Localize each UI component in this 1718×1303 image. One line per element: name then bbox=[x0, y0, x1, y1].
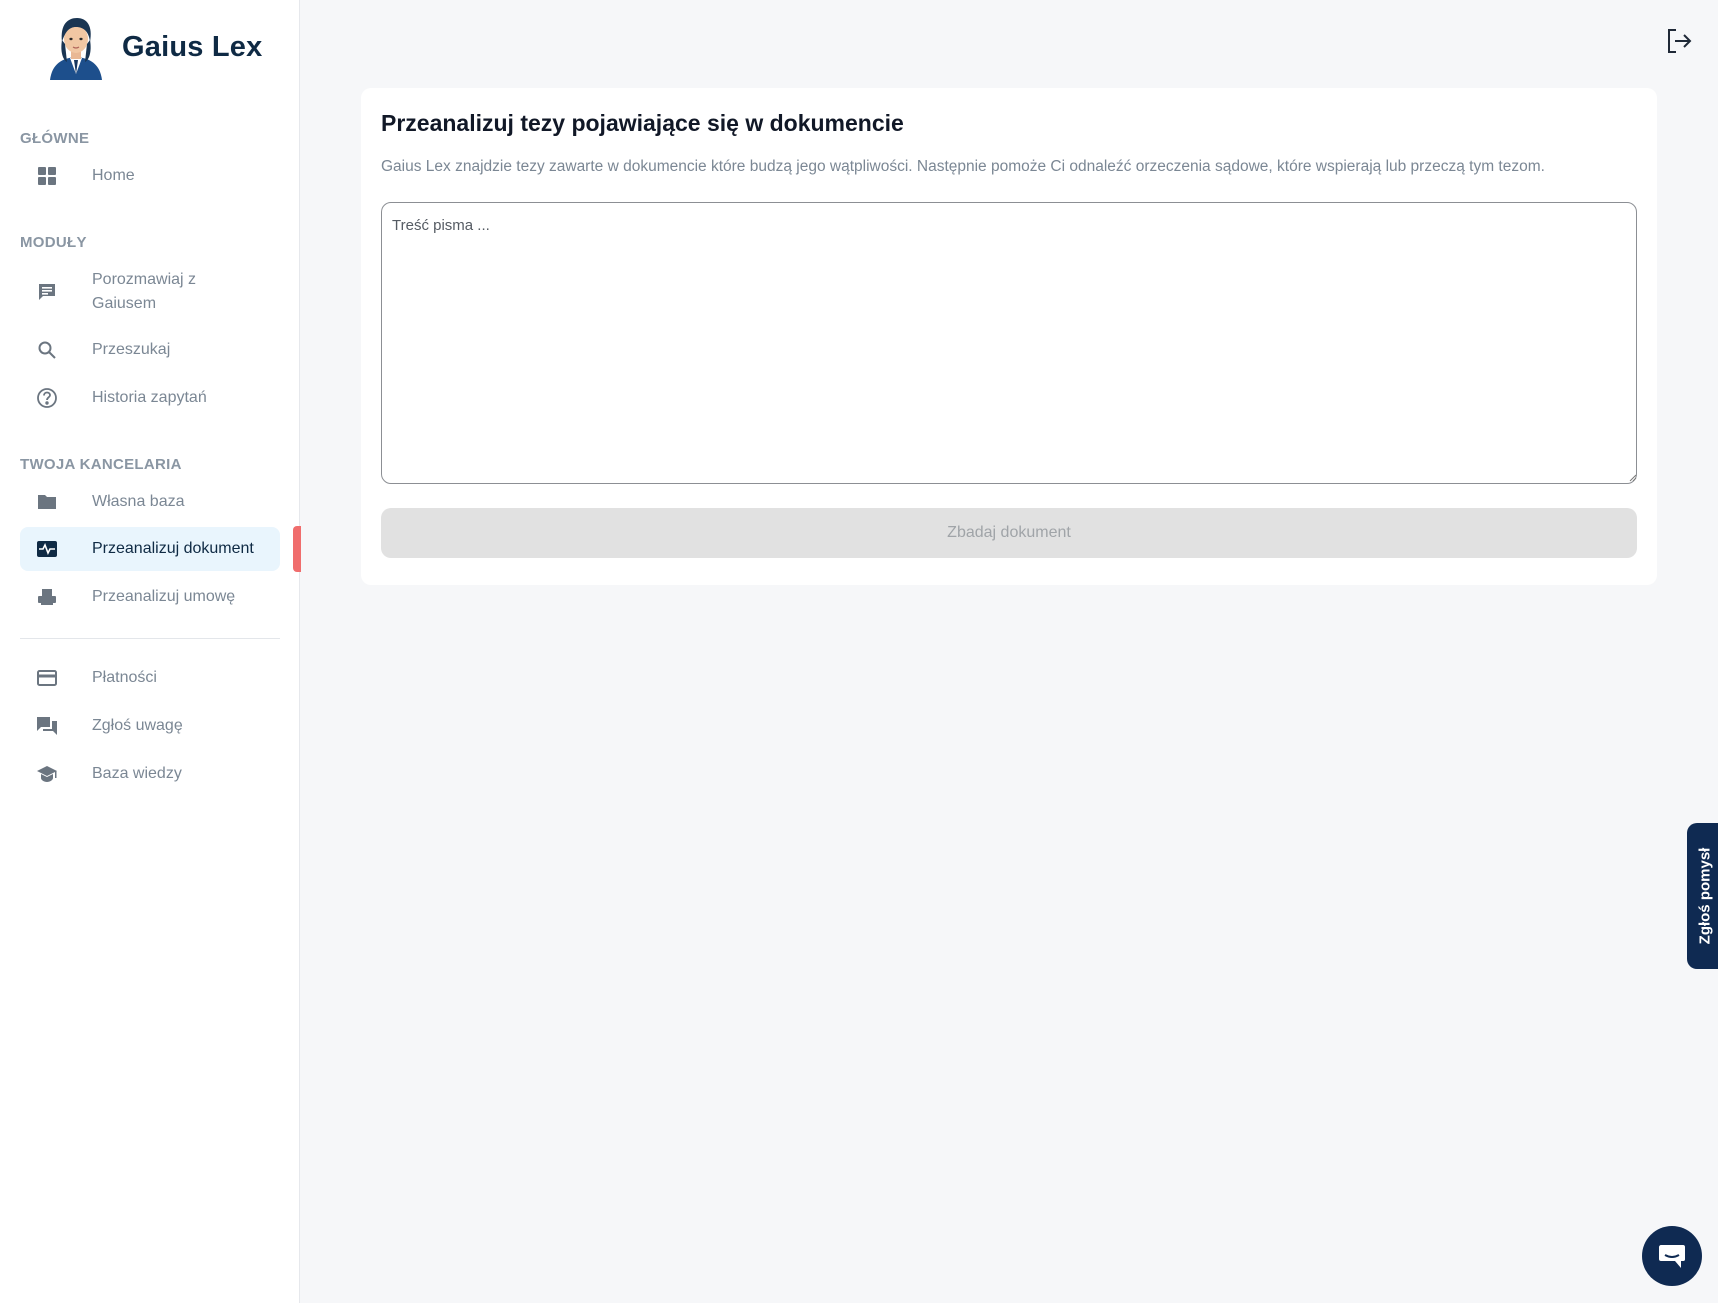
sidebar-item-knowledge-base[interactable]: Baza wiedzy bbox=[20, 752, 280, 796]
sidebar-item-label: Przeanalizuj umowę bbox=[92, 588, 236, 605]
sidebar-item-label: Zgłoś uwagę bbox=[92, 717, 183, 734]
folder-icon bbox=[36, 491, 58, 513]
sidebar-item-analyze-document[interactable]: Przeanalizuj dokument bbox=[20, 527, 280, 571]
sidebar-item-chat[interactable]: Porozmawiaj z Gaiusem bbox=[20, 266, 280, 318]
dashboard-icon bbox=[36, 165, 58, 187]
sidebar-divider bbox=[20, 638, 280, 639]
sidebar-item-home[interactable]: Home bbox=[20, 154, 280, 198]
sidebar-item-label: Własna baza bbox=[92, 493, 185, 510]
avatar bbox=[44, 12, 108, 82]
monitor-heart-icon bbox=[36, 538, 58, 560]
document-text-input[interactable] bbox=[381, 202, 1637, 484]
sidebar-item-payments[interactable]: Płatności bbox=[20, 656, 280, 700]
chat-bubble-icon bbox=[1659, 1245, 1685, 1268]
sidebar-item-label: Baza wiedzy bbox=[92, 765, 182, 782]
examine-document-button[interactable]: Zbadaj dokument bbox=[381, 508, 1637, 558]
sidebar-item-analyze-contract[interactable]: Przeanalizuj umowę bbox=[20, 575, 280, 619]
section-label-main: GŁÓWNE bbox=[20, 130, 90, 147]
feedback-tab-label: Zgłoś pomysł bbox=[1696, 847, 1714, 945]
analyze-document-card: Przeanalizuj tezy pojawiające się w doku… bbox=[361, 88, 1657, 585]
sidebar: Gaius Lex GŁÓWNE Home MODUŁY Porozmawiaj… bbox=[0, 0, 300, 1303]
chat-widget-button[interactable] bbox=[1642, 1226, 1702, 1286]
sidebar-item-label: Przeanalizuj dokument bbox=[92, 540, 254, 557]
sidebar-item-label: Historia zapytań bbox=[92, 389, 207, 406]
sidebar-item-search[interactable]: Przeszukaj bbox=[20, 328, 280, 372]
active-item-marker bbox=[293, 526, 301, 572]
page-description: Gaius Lex znajdzie tezy zawarte w dokume… bbox=[381, 158, 1545, 175]
search-icon bbox=[36, 339, 58, 361]
logout-button[interactable] bbox=[1664, 26, 1694, 56]
chat-icon bbox=[36, 281, 58, 303]
sidebar-item-label: Home bbox=[92, 167, 135, 184]
logout-icon bbox=[1668, 29, 1692, 53]
sidebar-item-history[interactable]: Historia zapytań bbox=[20, 376, 280, 420]
sidebar-item-report-issue[interactable]: Zgłoś uwagę bbox=[20, 704, 280, 748]
sidebar-item-label: Porozmawiaj z Gaiusem bbox=[92, 271, 197, 312]
credit-card-icon bbox=[36, 667, 58, 689]
section-label-modules: MODUŁY bbox=[20, 234, 87, 251]
resize-grip-icon[interactable] bbox=[1629, 474, 1637, 482]
sidebar-item-label: Przeszukaj bbox=[92, 341, 171, 358]
feedback-idea-tab[interactable]: Zgłoś pomysł bbox=[1687, 823, 1718, 969]
sidebar-item-label: Płatności bbox=[92, 669, 157, 686]
help-circle-icon bbox=[36, 387, 58, 409]
brand-name: Gaius Lex bbox=[122, 30, 263, 63]
forum-icon bbox=[36, 715, 58, 737]
school-icon bbox=[36, 763, 58, 785]
printer-icon bbox=[36, 586, 58, 608]
page-title: Przeanalizuj tezy pojawiające się w doku… bbox=[381, 110, 904, 136]
brand[interactable]: Gaius Lex bbox=[44, 12, 262, 82]
sidebar-item-own-base[interactable]: Własna baza bbox=[20, 480, 280, 524]
section-label-office: TWOJA KANCELARIA bbox=[20, 456, 182, 473]
